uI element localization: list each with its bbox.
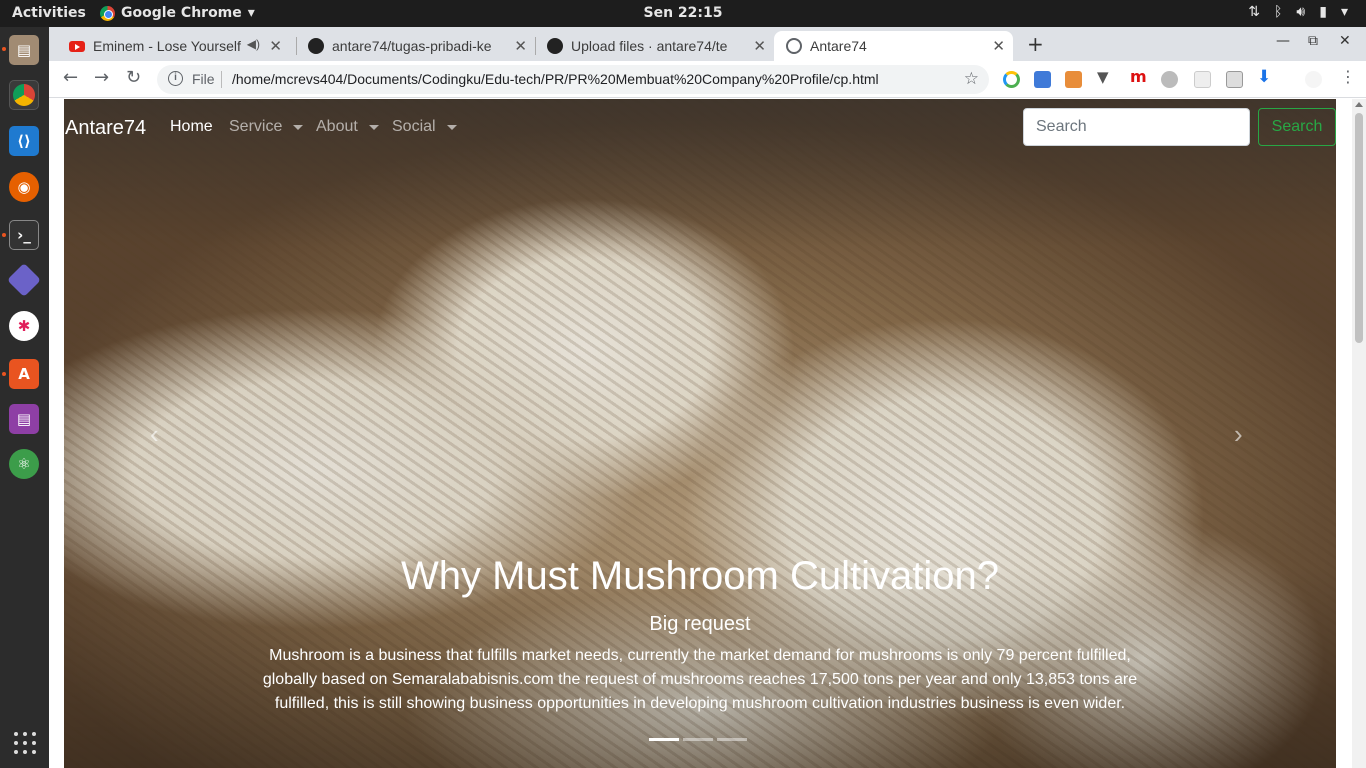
network-icon: ⇅ [1248, 4, 1261, 20]
tab-title: Eminem - Lose Yourself [93, 38, 241, 54]
browser-toolbar: ← → ↻ i File /home/mcrevs404/Documents/C… [49, 61, 1366, 98]
tab-title: Antare74 [810, 38, 867, 54]
tab-title: antare74/tugas-pribadi-ke [332, 38, 492, 54]
tab-title: Upload files · antare74/te [571, 38, 728, 54]
close-icon[interactable]: ✕ [992, 37, 1005, 55]
nav-social-label: Social [392, 118, 436, 135]
slack-icon[interactable]: ✱ [9, 311, 39, 341]
tab-strip: Eminem - Lose Yourself ◀) ✕ antare74/tug… [49, 27, 1366, 61]
github-icon [308, 38, 324, 54]
close-icon[interactable]: ✕ [514, 37, 527, 55]
extension-icon[interactable] [1065, 71, 1082, 88]
carousel-next-icon[interactable]: › [1234, 419, 1243, 450]
carousel-prev-icon[interactable]: ‹ [150, 419, 159, 450]
carousel-indicator[interactable] [683, 738, 713, 741]
web-page: Antare74 Home Service About Social Searc… [64, 99, 1336, 768]
nav-home[interactable]: Home [170, 118, 213, 136]
nav-service-label: Service [229, 118, 283, 135]
slide-heading: Why Must Mushroom Cultivation? [401, 554, 999, 598]
audio-playing-icon[interactable]: ◀) [247, 37, 260, 51]
system-tray[interactable]: ⇅ ᛒ 🔊︎ ▮ ▾ [1248, 4, 1348, 20]
running-indicator [2, 233, 6, 237]
close-window-button[interactable]: ✕ [1339, 33, 1351, 49]
info-icon[interactable]: i [168, 71, 183, 86]
globe-icon [786, 38, 802, 54]
extension-icon[interactable] [1034, 71, 1051, 88]
forward-button[interactable]: → [94, 67, 109, 88]
close-icon[interactable]: ✕ [753, 37, 766, 55]
address-bar[interactable]: i File /home/mcrevs404/Documents/Codingk… [157, 65, 989, 94]
site-brand[interactable]: Antare74 [65, 117, 146, 140]
carousel-indicator[interactable] [717, 738, 747, 741]
tab-github-upload[interactable]: Upload files · antare74/te ✕ [535, 31, 774, 61]
extension-icon[interactable] [1161, 71, 1178, 88]
minimize-button[interactable]: — [1276, 33, 1290, 49]
address-scheme: File [192, 71, 215, 87]
show-applications-icon[interactable] [14, 732, 36, 754]
chrome-icon[interactable] [9, 80, 39, 110]
caret-down-icon [446, 124, 457, 130]
translate-icon[interactable] [1226, 71, 1243, 88]
running-indicator [2, 47, 6, 51]
tab-antare74[interactable]: Antare74 ✕ [774, 31, 1013, 61]
vscode-icon[interactable]: ⟨⟩ [9, 126, 39, 156]
slide-text: Mushroom is a business that fulfills mar… [262, 647, 1138, 712]
nav-about-label: About [316, 118, 358, 135]
clock[interactable]: Sen 22:15 [0, 5, 1366, 21]
new-tab-button[interactable]: + [1027, 32, 1044, 56]
terminal-icon[interactable]: ›_ [9, 220, 39, 250]
volume-icon: 🔊︎ [1296, 4, 1306, 20]
address-url[interactable]: /home/mcrevs404/Documents/Codingku/Edu-t… [232, 71, 879, 87]
download-icon[interactable]: ⬇ [1257, 67, 1274, 87]
nav-service[interactable]: Service [229, 118, 304, 136]
address-divider [221, 71, 222, 88]
chevron-down-icon: ▾ [1340, 4, 1348, 20]
profile-avatar[interactable] [1305, 71, 1322, 88]
nav-home-label: Home [170, 118, 213, 135]
back-button[interactable]: ← [63, 67, 78, 88]
files-icon[interactable]: ▤ [9, 35, 39, 65]
nav-about[interactable]: About [316, 118, 379, 136]
page-scrollbar[interactable] [1352, 99, 1366, 768]
restore-button[interactable]: ⧉ [1308, 33, 1318, 49]
reload-button[interactable]: ↻ [126, 67, 141, 88]
close-icon[interactable]: ✕ [269, 37, 282, 55]
caret-down-icon [293, 124, 304, 130]
browser-window: Eminem - Lose Yourself ◀) ✕ antare74/tug… [49, 27, 1366, 768]
search-input[interactable] [1023, 108, 1250, 146]
system-top-bar: Activities Google Chrome ▾ Sen 22:15 ⇅ ᛒ… [0, 0, 1366, 27]
scroll-up-icon[interactable] [1355, 102, 1363, 107]
git-icon[interactable] [7, 263, 41, 297]
carousel-caption: Why Must Mushroom Cultivation? Big reque… [254, 554, 1146, 716]
atom-icon[interactable]: ⚛ [9, 449, 39, 479]
extension-icon[interactable]: ▼ [1097, 68, 1114, 86]
firefox-icon[interactable]: ◉ [9, 172, 39, 202]
dock: ▤ ⟨⟩ ◉ ›_ ✱ A ▤ ⚛ [0, 27, 49, 768]
caret-down-icon [368, 124, 379, 130]
carousel-indicators [649, 738, 747, 741]
carousel-indicator[interactable] [649, 738, 679, 741]
scrollbar-thumb[interactable] [1355, 113, 1363, 343]
extension-icon[interactable] [1194, 71, 1211, 88]
battery-icon: ▮ [1319, 4, 1327, 20]
bookmark-star-icon[interactable]: ☆ [964, 69, 979, 89]
extension-icon[interactable] [1003, 71, 1020, 88]
search-button[interactable]: Search [1258, 108, 1336, 146]
bluetooth-icon: ᛒ [1274, 4, 1283, 20]
menu-icon[interactable]: ⋮ [1340, 67, 1356, 86]
tab-github-repo[interactable]: antare74/tugas-pribadi-ke ✕ [296, 31, 535, 61]
site-navbar: Antare74 Home Service About Social Searc… [64, 99, 1336, 155]
github-icon [547, 38, 563, 54]
youtube-icon [69, 40, 85, 52]
libreoffice-base-icon[interactable]: ▤ [9, 404, 39, 434]
software-center-icon[interactable]: A [9, 359, 39, 389]
nav-social[interactable]: Social [392, 118, 457, 136]
extension-icon[interactable]: m [1130, 67, 1147, 86]
running-indicator [2, 372, 6, 376]
tab-youtube[interactable]: Eminem - Lose Yourself ◀) ✕ [57, 31, 290, 61]
slide-subheading: Big request [649, 613, 751, 635]
